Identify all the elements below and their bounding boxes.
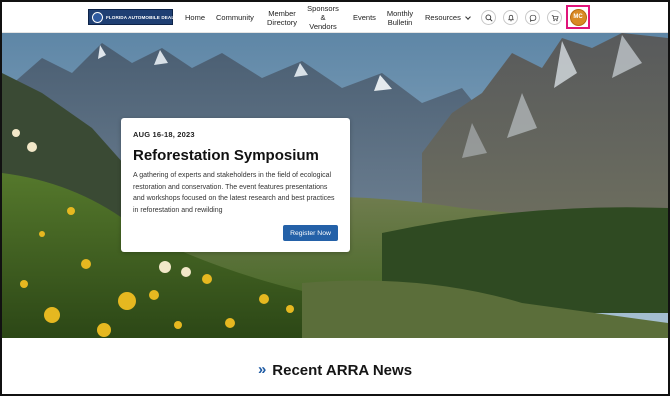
nav-community-label: Community [216, 13, 254, 22]
site-logo[interactable]: FLORIDA AUTOMOBILE DEALERS ASSOCIATION [88, 9, 218, 25]
notifications-button[interactable] [503, 10, 518, 25]
cart-icon [551, 14, 559, 21]
nav-resources[interactable]: Resources [425, 2, 471, 33]
nav-member-directory[interactable]: Member Directory [265, 2, 299, 33]
register-now-button[interactable]: Register Now [283, 225, 338, 241]
nav-events[interactable]: Events [353, 2, 376, 33]
hero-banner: AUG 16-18, 2023 Reforestation Symposium … [2, 33, 668, 338]
browser-frame: FLORIDA AUTOMOBILE DEALERS ASSOCIATION H… [0, 0, 670, 396]
logo-seal-icon [92, 11, 103, 23]
news-heading: » Recent ARRA News [2, 361, 668, 379]
avatar[interactable]: MC [569, 8, 587, 26]
event-description: A gathering of experts and stakeholders … [133, 172, 335, 214]
nav-resources-label: Resources [425, 13, 461, 22]
messages-button[interactable] [525, 10, 540, 25]
event-card: AUG 16-18, 2023 Reforestation Symposium … [121, 118, 350, 252]
nav-member-directory-label: Member Directory [266, 8, 297, 27]
event-date: AUG 16-18, 2023 [133, 130, 195, 139]
double-chevron-right-icon: » [257, 361, 267, 378]
bell-icon [507, 14, 514, 21]
avatar-highlight[interactable]: MC [566, 5, 590, 29]
nav-monthly-bulletin-label: Monthly Bulletin [386, 8, 414, 27]
nav-monthly-bulletin[interactable]: Monthly Bulletin [385, 2, 415, 33]
cart-button[interactable] [547, 10, 562, 25]
recent-news-section: » Recent ARRA News [2, 338, 668, 394]
news-title: Recent ARRA News [272, 362, 413, 379]
search-icon [485, 14, 493, 22]
site-header: FLORIDA AUTOMOBILE DEALERS ASSOCIATION H… [2, 2, 668, 33]
chevron-down-icon [465, 13, 471, 20]
avatar-initials: MC [573, 14, 583, 20]
nav-community[interactable]: Community [216, 2, 254, 33]
nav-home[interactable]: Home [185, 2, 205, 33]
event-title: Reforestation Symposium [133, 147, 319, 164]
chat-icon [529, 14, 536, 22]
nav-sponsors-vendors[interactable]: Sponsors & Vendors [307, 2, 339, 33]
search-button[interactable] [481, 10, 496, 25]
nav-sponsors-vendors-label: Sponsors & Vendors [307, 4, 339, 31]
nav-events-label: Events [353, 13, 376, 22]
nav-home-label: Home [185, 13, 206, 22]
